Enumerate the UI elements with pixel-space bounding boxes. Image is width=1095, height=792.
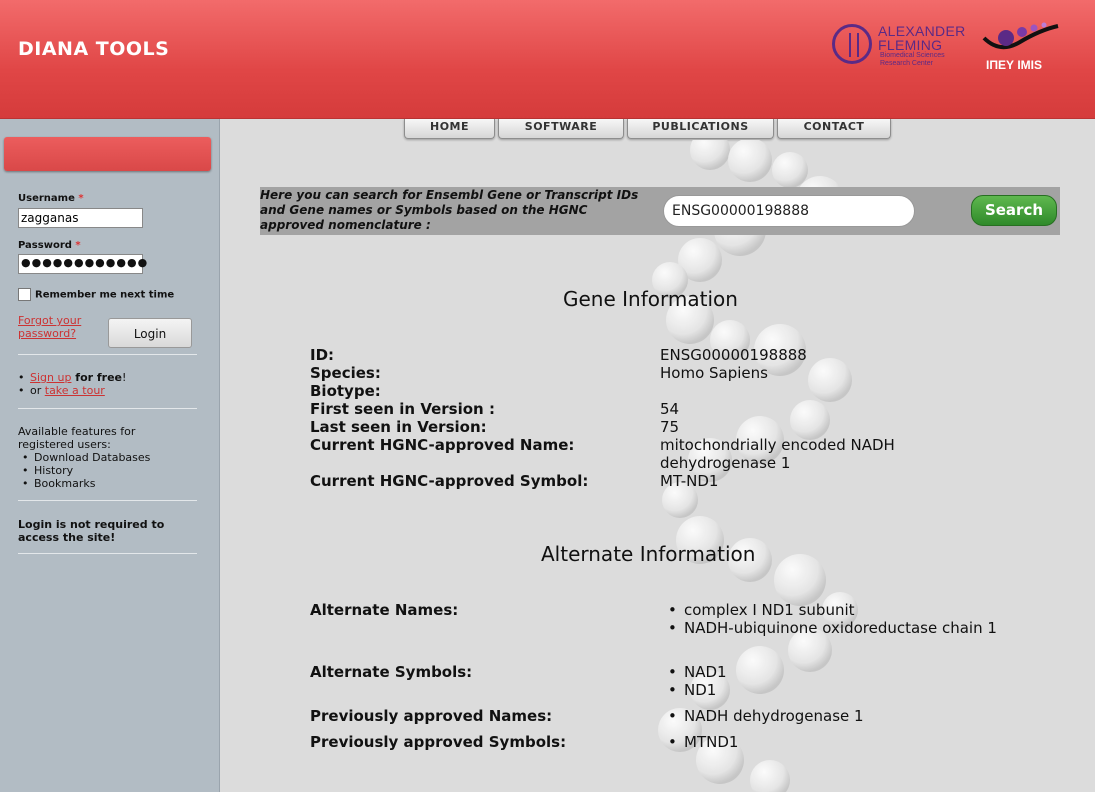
prev-symbols-list: MTND1 (668, 733, 738, 751)
list-item: NADH dehydrogenase 1 (668, 707, 864, 725)
gene-info-title: Gene Information (563, 287, 738, 311)
search-description: Here you can search for Ensembl Gene or … (260, 188, 639, 232)
list-item: complex I ND1 subunit (668, 601, 1018, 619)
remember-checkbox[interactable] (18, 288, 31, 301)
hgnc-symbol-value: MT-ND1 (660, 472, 719, 490)
list-item: NADH-ubiquinone oxidoreductase chain 1 (668, 619, 1018, 637)
imis-emblem-icon (982, 22, 1059, 50)
feature-item: • Bookmarks (22, 477, 96, 490)
username-label: Username * (18, 193, 84, 204)
tour-link[interactable]: take a tour (45, 384, 105, 397)
remember-me[interactable]: Remember me next time (18, 288, 174, 301)
signup-item: • Sign up for free! (18, 371, 127, 384)
search-input[interactable] (663, 195, 915, 227)
divider (18, 408, 197, 409)
list-item: MTND1 (668, 733, 738, 751)
remember-label: Remember me next time (35, 289, 175, 301)
alt-names-list: complex I ND1 subunit NADH-ubiquinone ox… (668, 601, 1018, 637)
fleming-logo-name: ALEXANDER FLEMING (878, 23, 966, 53)
divider (18, 553, 197, 554)
site-title[interactable]: DIANA TOOLS (18, 38, 169, 60)
id-value: ENSG00000198888 (660, 346, 807, 364)
imis-logo-text: ΙΠΕΥ IMIS (986, 58, 1043, 72)
species-value: Homo Sapiens (660, 364, 768, 382)
feature-item: • History (22, 464, 74, 477)
feature-item: • Download Databases (22, 451, 151, 464)
features-list: Available features for registered users:… (18, 425, 158, 490)
nav-publications[interactable]: PUBLICATIONS (627, 119, 774, 139)
nav-contact[interactable]: CONTACT (777, 119, 891, 139)
search-bar: Here you can search for Ensembl Gene or … (260, 187, 1060, 235)
prev-symbols-label: Previously approved Symbols: (310, 733, 567, 751)
prev-names-label: Previously approved Names: (310, 707, 553, 725)
sidebar: Username * Password * ●●●●●●●●●●●● Remem… (0, 119, 220, 792)
alt-names-label: Alternate Names: (310, 601, 459, 619)
imis-logo[interactable]: ΙΠΕΥ IMIS (980, 20, 1070, 76)
list-item: ND1 (668, 681, 727, 699)
last-seen-label: Last seen in Version: (310, 418, 487, 436)
list-item: NAD1 (668, 663, 727, 681)
biotype-label: Biotype: (310, 382, 381, 400)
hgnc-name-label: Current HGNC-approved Name: (310, 436, 575, 454)
username-input[interactable] (18, 208, 143, 228)
id-label: ID: (310, 346, 335, 364)
prev-names-list: NADH dehydrogenase 1 (668, 707, 864, 725)
sidebar-header-bar (4, 137, 211, 171)
species-label: Species: (310, 364, 381, 382)
divider (18, 500, 197, 501)
alt-symbols-label: Alternate Symbols: (310, 663, 473, 681)
alt-symbols-list: NAD1 ND1 (668, 663, 727, 699)
tour-item: • or take a tour (18, 384, 105, 397)
signup-link[interactable]: Sign up (30, 371, 71, 384)
hgnc-symbol-label: Current HGNC-approved Symbol: (310, 472, 589, 490)
last-seen-value: 75 (660, 418, 680, 436)
nav-software[interactable]: SOFTWARE (498, 119, 624, 139)
site-header: DIANA TOOLS ALEXANDER FLEMING Biomedical … (0, 0, 1095, 119)
fleming-logo[interactable]: ALEXANDER FLEMING Biomedical Sciences Rese… (832, 24, 972, 74)
login-button[interactable]: Login (108, 318, 192, 348)
fleming-logo-subtitle: Biomedical Sciences Research Center (880, 52, 945, 67)
signup-list: • Sign up for free! • or take a tour (18, 371, 126, 397)
features-intro: Available features for registered users: (18, 425, 136, 451)
divider (18, 354, 197, 355)
password-label: Password * (18, 240, 81, 251)
forgot-password-link[interactable]: Forgot your password? (18, 314, 98, 340)
login-not-required-note: Login is not required to access the site… (18, 518, 165, 544)
alt-info-title: Alternate Information (541, 542, 756, 566)
fleming-emblem-icon (832, 24, 872, 64)
search-button[interactable]: Search (971, 195, 1057, 226)
first-seen-value: 54 (660, 400, 680, 418)
nav-home[interactable]: HOME (404, 119, 495, 139)
password-input[interactable]: ●●●●●●●●●●●● (18, 254, 147, 274)
hgnc-name-value: mitochondrially encoded NADH dehydrogena… (660, 436, 895, 472)
first-seen-label: First seen in Version : (310, 400, 495, 418)
